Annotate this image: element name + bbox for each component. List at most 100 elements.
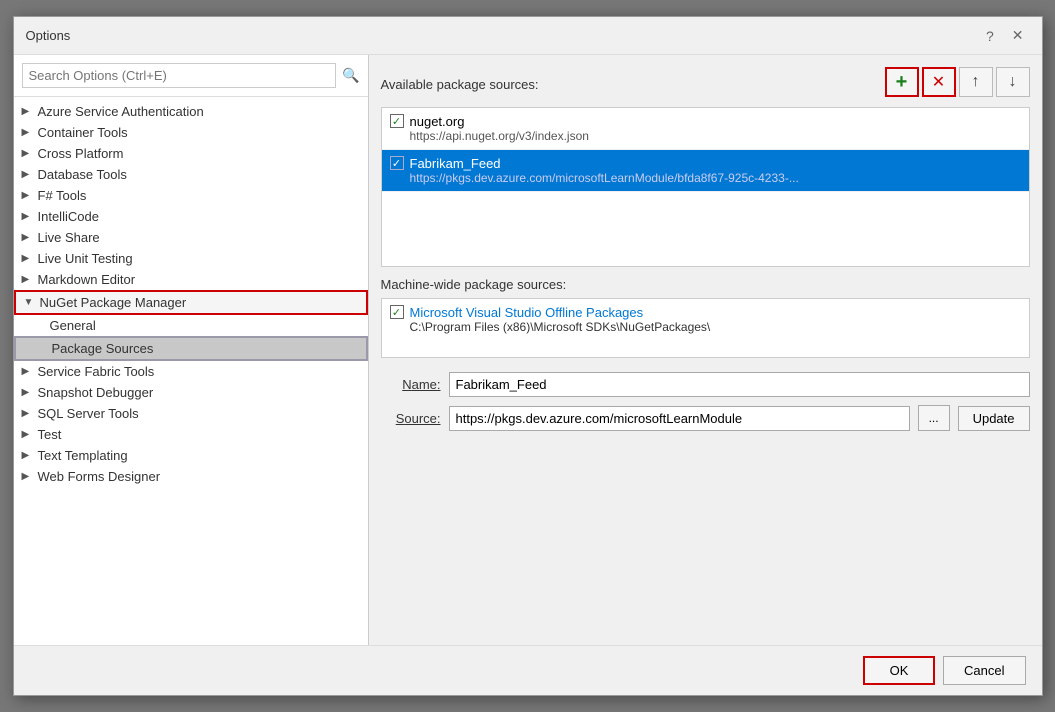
arrow-icon: ▶ — [22, 450, 34, 461]
machine-sources-section: Machine-wide package sources: ✓ Microsof… — [381, 277, 1030, 358]
sidebar-item-snapshot-debugger[interactable]: ▶ Snapshot Debugger — [14, 382, 368, 403]
source-label: Source: — [381, 411, 441, 426]
arrow-icon: ▶ — [22, 106, 34, 117]
package-item-fabrikam[interactable]: ✓ Fabrikam_Feed https://pkgs.dev.azure.c… — [382, 150, 1029, 192]
options-dialog: Options ? ✕ 🔍 ▶ Azure Service Authentica… — [13, 16, 1043, 696]
sidebar-item-label: SQL Server Tools — [38, 406, 139, 421]
browse-button[interactable]: ... — [918, 405, 950, 431]
sidebar-item-label: F# Tools — [38, 188, 87, 203]
title-bar: Options ? ✕ — [14, 17, 1042, 55]
machine-package-url: C:\Program Files (x86)\Microsoft SDKs\Nu… — [410, 320, 711, 334]
machine-pkg-checkbox[interactable]: ✓ — [390, 305, 404, 319]
machine-package-name: Microsoft Visual Studio Offline Packages — [410, 305, 711, 320]
arrow-icon: ▶ — [22, 148, 34, 159]
sidebar-item-label: Snapshot Debugger — [38, 385, 154, 400]
source-input[interactable] — [449, 406, 910, 431]
sidebar-item-package-sources[interactable]: Package Sources — [14, 336, 368, 361]
package-url-fabrikam: https://pkgs.dev.azure.com/microsoftLear… — [410, 171, 799, 185]
name-label-rest: ame: — [412, 377, 441, 392]
arrow-icon: ▶ — [22, 408, 34, 419]
sidebar-item-nuget-general[interactable]: General — [14, 315, 368, 336]
arrow-icon: ▶ — [22, 169, 34, 180]
add-source-button[interactable]: + — [885, 67, 919, 97]
dialog-body: 🔍 ▶ Azure Service Authentication ▶ Conta… — [14, 55, 1042, 645]
move-up-button[interactable]: ↑ — [959, 67, 993, 97]
right-panel: Available package sources: + ✕ ↑ ↓ ✓ nug… — [369, 55, 1042, 645]
move-down-button[interactable]: ↓ — [996, 67, 1030, 97]
sidebar-item-label: Package Sources — [52, 341, 154, 356]
arrow-icon: ▶ — [22, 471, 34, 482]
sidebar-item-azure-service-auth[interactable]: ▶ Azure Service Authentication — [14, 101, 368, 122]
name-underline-char: N — [402, 377, 411, 392]
search-icon: 🔍 — [342, 67, 359, 84]
available-sources-section: Available package sources: + ✕ ↑ ↓ ✓ nug… — [381, 67, 1030, 267]
sidebar-item-fsharp-tools[interactable]: ▶ F# Tools — [14, 185, 368, 206]
arrow-icon: ▶ — [22, 387, 34, 398]
search-input[interactable] — [22, 63, 337, 88]
sidebar-item-label: Live Unit Testing — [38, 251, 133, 266]
sidebar-item-label: Web Forms Designer — [38, 469, 161, 484]
sidebar-item-live-share[interactable]: ▶ Live Share — [14, 227, 368, 248]
name-row: Name: — [381, 372, 1030, 397]
ok-button[interactable]: OK — [863, 656, 935, 685]
package-name-nuget: nuget.org — [410, 114, 589, 129]
machine-sources-label: Machine-wide package sources: — [381, 277, 1030, 292]
arrow-icon: ▼ — [24, 297, 36, 308]
package-item-nuget[interactable]: ✓ nuget.org https://api.nuget.org/v3/ind… — [382, 108, 1029, 150]
arrow-icon: ▶ — [22, 366, 34, 377]
arrow-icon: ▶ — [22, 127, 34, 138]
sidebar-item-text-templating[interactable]: ▶ Text Templating — [14, 445, 368, 466]
sidebar-item-label: Azure Service Authentication — [38, 104, 204, 119]
arrow-icon: ▶ — [22, 274, 34, 285]
package-checkbox-nuget[interactable]: ✓ — [390, 114, 404, 128]
search-box: 🔍 — [14, 55, 368, 97]
sidebar-item-container-tools[interactable]: ▶ Container Tools — [14, 122, 368, 143]
title-bar-left: Options — [26, 28, 71, 43]
name-input[interactable] — [449, 372, 1030, 397]
sidebar-item-label: NuGet Package Manager — [40, 295, 187, 310]
sidebar-item-live-unit-testing[interactable]: ▶ Live Unit Testing — [14, 248, 368, 269]
machine-package-info: Microsoft Visual Studio Offline Packages… — [410, 305, 711, 334]
available-sources-label: Available package sources: — [381, 77, 539, 92]
package-url-nuget: https://api.nuget.org/v3/index.json — [410, 129, 589, 143]
machine-package-list: ✓ Microsoft Visual Studio Offline Packag… — [381, 298, 1030, 358]
tree-container: ▶ Azure Service Authentication ▶ Contain… — [14, 97, 368, 645]
sidebar-item-sql-server-tools[interactable]: ▶ SQL Server Tools — [14, 403, 368, 424]
package-info-nuget: nuget.org https://api.nuget.org/v3/index… — [410, 114, 589, 143]
sidebar-item-web-forms-designer[interactable]: ▶ Web Forms Designer — [14, 466, 368, 487]
toolbar: + ✕ ↑ ↓ — [885, 67, 1030, 97]
close-button[interactable]: ✕ — [1006, 25, 1030, 46]
arrow-icon: ▶ — [22, 253, 34, 264]
sidebar-item-label: Markdown Editor — [38, 272, 136, 287]
sidebar-item-label: Text Templating — [38, 448, 128, 463]
available-package-list: ✓ nuget.org https://api.nuget.org/v3/ind… — [381, 107, 1030, 267]
sidebar-item-label: Live Share — [38, 230, 100, 245]
help-button[interactable]: ? — [980, 26, 1000, 46]
sidebar-item-label: Database Tools — [38, 167, 127, 182]
update-button[interactable]: Update — [958, 406, 1030, 431]
sidebar-item-intellicode[interactable]: ▶ IntelliCode — [14, 206, 368, 227]
source-label-rest: ource: — [404, 411, 440, 426]
arrow-icon: ▶ — [22, 429, 34, 440]
sidebar-item-service-fabric-tools[interactable]: ▶ Service Fabric Tools — [14, 361, 368, 382]
sidebar-item-markdown-editor[interactable]: ▶ Markdown Editor — [14, 269, 368, 290]
sidebar-item-test[interactable]: ▶ Test — [14, 424, 368, 445]
package-checkbox-fabrikam[interactable]: ✓ — [390, 156, 404, 170]
arrow-icon: ▶ — [22, 190, 34, 201]
package-name-fabrikam: Fabrikam_Feed — [410, 156, 799, 171]
dialog-title: Options — [26, 28, 71, 43]
cancel-button[interactable]: Cancel — [943, 656, 1025, 685]
sidebar-item-label: Cross Platform — [38, 146, 124, 161]
remove-source-button[interactable]: ✕ — [922, 67, 956, 97]
title-bar-right: ? ✕ — [980, 25, 1030, 46]
sidebar-item-label: Service Fabric Tools — [38, 364, 155, 379]
sidebar-item-cross-platform[interactable]: ▶ Cross Platform — [14, 143, 368, 164]
sidebar-item-nuget-package-manager[interactable]: ▼ NuGet Package Manager — [14, 290, 368, 315]
name-source-section: Name: Source: ... Update — [381, 372, 1030, 431]
source-row: Source: ... Update — [381, 405, 1030, 431]
sidebar-item-label: IntelliCode — [38, 209, 99, 224]
package-info-fabrikam: Fabrikam_Feed https://pkgs.dev.azure.com… — [410, 156, 799, 185]
sidebar-item-label: General — [50, 318, 96, 333]
sidebar-item-label: Test — [38, 427, 62, 442]
sidebar-item-database-tools[interactable]: ▶ Database Tools — [14, 164, 368, 185]
